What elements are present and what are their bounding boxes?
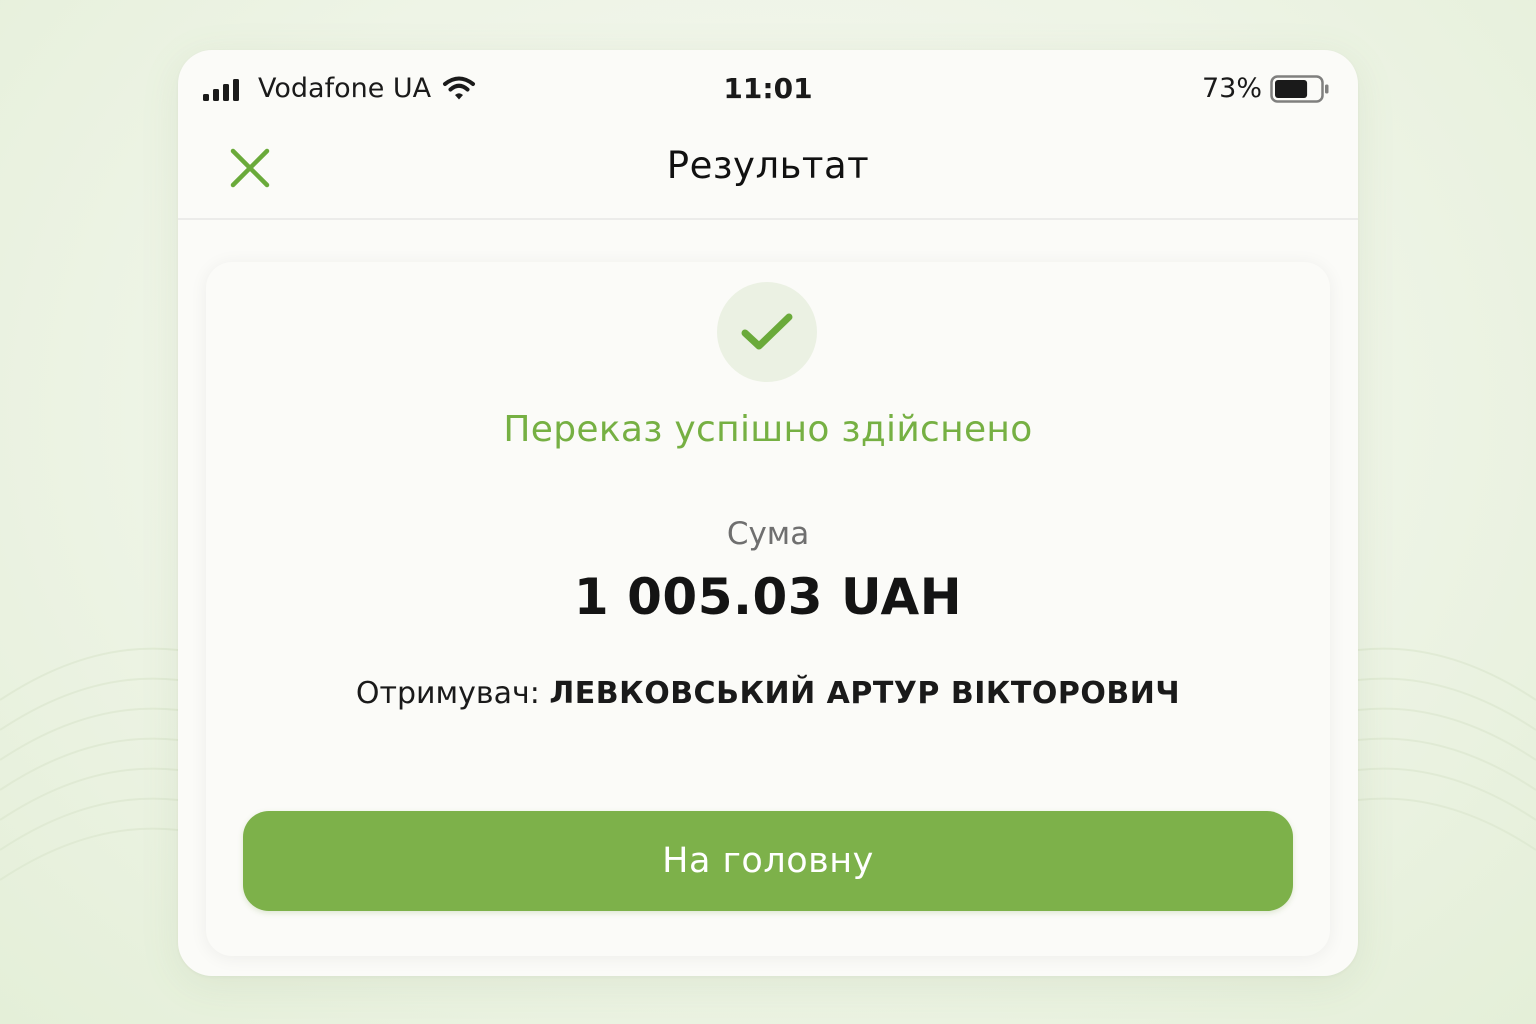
status-bar: Vodafone UA 11:01 73% — [178, 50, 1358, 130]
page-title: Результат — [666, 144, 870, 187]
close-icon — [230, 148, 270, 188]
carrier-name: Vodafone UA — [258, 73, 432, 104]
checkmark-icon — [741, 313, 793, 350]
close-button[interactable] — [222, 140, 278, 196]
wifi-icon — [443, 76, 475, 100]
battery-percent: 73% — [1201, 73, 1262, 104]
home-button[interactable]: На головну — [243, 811, 1293, 911]
recipient-line: Отримувач: ЛЕВКОВСЬКИЙ АРТУР ВІКТОРОВИЧ — [268, 672, 1268, 716]
success-badge — [717, 282, 817, 382]
battery-fill — [1275, 80, 1308, 98]
nav-bar: Результат — [178, 130, 1358, 220]
recipient-name: ЛЕВКОВСЬКИЙ АРТУР ВІКТОРОВИЧ — [549, 676, 1181, 711]
amount-value: 1 005.03 UAH — [573, 568, 963, 626]
recipient-label: Отримувач: — [355, 676, 540, 711]
signal-icon — [203, 79, 239, 101]
success-message: Переказ успішно здійснено — [503, 409, 1033, 450]
phone-screen: Vodafone UA 11:01 73% Результат Переказ … — [178, 50, 1358, 976]
status-time: 11:01 — [723, 72, 813, 105]
battery-icon — [1270, 75, 1329, 103]
amount-label: Сума — [726, 516, 810, 552]
result-card: Переказ успішно здійснено Сума 1 005.03 … — [206, 262, 1330, 956]
